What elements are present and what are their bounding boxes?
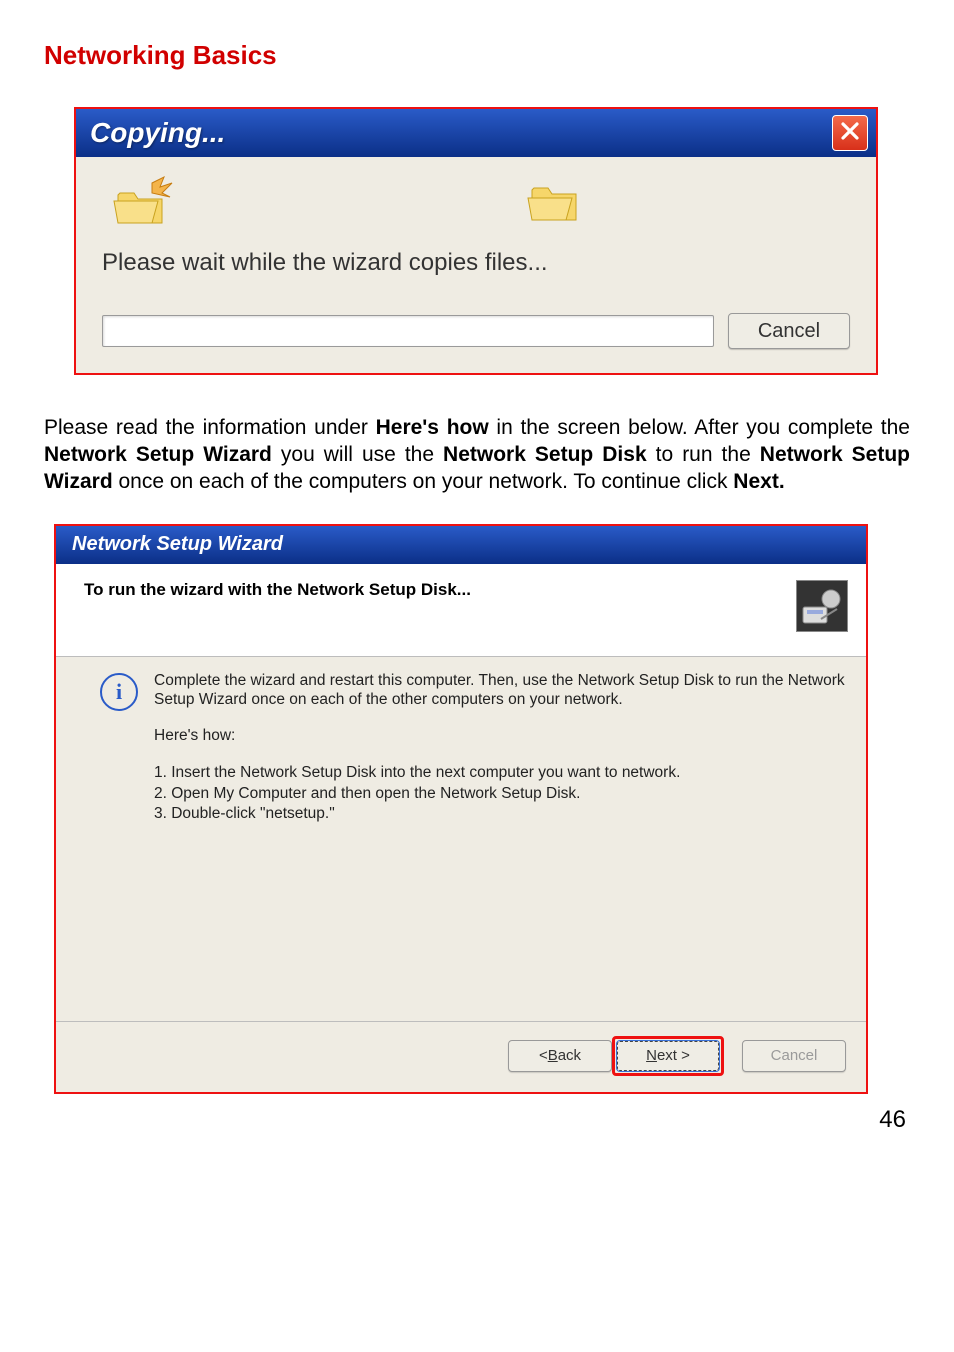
close-icon bbox=[840, 121, 860, 146]
network-disk-icon bbox=[796, 580, 848, 632]
wizard-cancel-button: Cancel bbox=[742, 1040, 846, 1072]
info-icon: i bbox=[100, 673, 138, 711]
cancel-button[interactable]: Cancel bbox=[728, 313, 850, 349]
copying-titlebar: Copying... bbox=[76, 109, 876, 157]
back-button[interactable]: < Back bbox=[508, 1040, 612, 1072]
copying-title-text: Copying... bbox=[90, 117, 225, 149]
next-button[interactable]: Next > bbox=[617, 1041, 719, 1071]
wizard-title-text: Network Setup Wizard bbox=[72, 533, 283, 556]
copying-dialog: Copying... bbox=[74, 107, 878, 375]
wizard-info-text: Complete the wizard and restart this com… bbox=[154, 671, 848, 710]
copy-source-icon bbox=[112, 175, 176, 231]
wizard-button-row: < Back Next > Cancel bbox=[56, 1021, 866, 1092]
wizard-heading: To run the wizard with the Network Setup… bbox=[84, 580, 471, 600]
next-button-highlight: Next > bbox=[612, 1036, 724, 1076]
heres-how-label: Here's how: bbox=[154, 727, 848, 745]
step-2: 2. Open My Computer and then open the Ne… bbox=[154, 784, 848, 805]
wizard-titlebar: Network Setup Wizard bbox=[56, 526, 866, 564]
page-number: 46 bbox=[44, 1106, 910, 1134]
network-setup-wizard-dialog: Network Setup Wizard To run the wizard w… bbox=[54, 524, 868, 1094]
progress-bar bbox=[102, 315, 714, 347]
page-title: Networking Basics bbox=[44, 40, 910, 71]
wizard-header-strip: To run the wizard with the Network Setup… bbox=[56, 564, 866, 657]
copy-dest-icon bbox=[526, 176, 582, 231]
copying-message: Please wait while the wizard copies file… bbox=[102, 249, 850, 277]
step-3: 3. Double-click "netsetup." bbox=[154, 804, 848, 825]
close-button[interactable] bbox=[832, 115, 868, 151]
instruction-paragraph: Please read the information under Here's… bbox=[44, 415, 910, 496]
step-1: 1. Insert the Network Setup Disk into th… bbox=[154, 763, 848, 784]
wizard-steps: 1. Insert the Network Setup Disk into th… bbox=[154, 763, 848, 826]
